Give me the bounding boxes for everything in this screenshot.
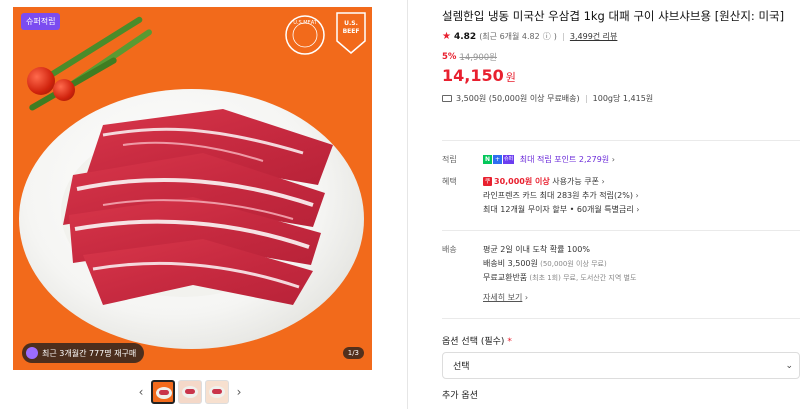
truck-icon bbox=[442, 95, 452, 102]
more-details-link[interactable]: 자세히 보기 bbox=[483, 293, 522, 302]
option-select-label: 옵션 선택 (필수) * bbox=[442, 334, 512, 347]
divider bbox=[442, 230, 800, 231]
points-value[interactable]: N + 슈퍼 최대 적립 포인트 2,279원 › bbox=[483, 154, 615, 165]
tomato-decoration bbox=[53, 79, 75, 101]
repurchase-icon bbox=[26, 347, 38, 359]
option-select-value: 선택 bbox=[453, 362, 470, 372]
super-badge-icon: 슈퍼 bbox=[503, 155, 515, 164]
coupon-line[interactable]: 쿠 30,000원 이상 사용가능 쿠폰 › bbox=[483, 176, 605, 187]
us-beef-logo: U.S. BEEF bbox=[336, 12, 366, 54]
tomato-decoration bbox=[27, 67, 55, 95]
option-select-label-text: 옵션 선택 (필수) bbox=[442, 337, 505, 347]
delivery-fee-note: (50,000원 이상 무료) bbox=[537, 260, 607, 268]
delivery-eta: 평균 2일 이내 도착 확률 100% bbox=[483, 245, 590, 254]
delivery-fee: 배송비 3,500원 bbox=[483, 259, 538, 268]
divider bbox=[442, 318, 800, 319]
coupon-icon: 쿠 bbox=[483, 177, 492, 186]
original-price: 14,900원 bbox=[459, 53, 497, 63]
max-points-text: 최대 적립 포인트 2,279원 bbox=[519, 155, 610, 164]
image-counter: 1/3 bbox=[342, 347, 364, 359]
discount-rate: 5% bbox=[442, 52, 457, 62]
product-main-image[interactable]: 슈퍼적립 U.S.MEAT U.S. BEEF 최근 3개월간 777명 재구매… bbox=[13, 7, 372, 370]
chevron-left-icon[interactable]: ‹ bbox=[134, 385, 148, 399]
price-discount-row: 5% 14,900원 bbox=[442, 51, 800, 63]
rating-recent: (최근 6개월 4.82 bbox=[479, 32, 540, 41]
card-benefit-line[interactable]: 라인프렌즈 카드 최대 283원 추가 적립(2%) › bbox=[483, 190, 639, 201]
unit-price: 100g당 1,415원 bbox=[592, 94, 654, 103]
shipping-fee: 3,500원 (50,000원 이상 무료배송) bbox=[456, 94, 580, 103]
rating-row: ★ 4.82 (최근 6개월 4.82 ⓘ) 3,499건 리뷰 bbox=[442, 31, 800, 42]
star-icon: ★ bbox=[442, 31, 451, 42]
thumbnail-1[interactable] bbox=[151, 380, 175, 404]
coupon-text: 사용가능 쿠폰 bbox=[549, 177, 599, 186]
sale-price-value: 14,150 bbox=[442, 66, 504, 85]
chevron-right-icon: › bbox=[601, 177, 605, 186]
thumbnail-3[interactable] bbox=[205, 380, 229, 404]
chevron-right-icon: › bbox=[611, 155, 615, 164]
svg-text:U.S.MEAT: U.S.MEAT bbox=[293, 20, 318, 26]
return-policy-note: (최초 1회) 무료, 도서산간 지역 별도 bbox=[527, 274, 637, 282]
benefits-label: 혜택 bbox=[442, 177, 457, 186]
chevron-right-icon[interactable]: › bbox=[232, 385, 246, 399]
delivery-fee-line: 배송비 3,500원 (50,000원 이상 무료) bbox=[483, 258, 607, 269]
required-mark: * bbox=[507, 337, 512, 347]
thumbnail-strip: ‹ › bbox=[134, 380, 246, 404]
product-title: 설렘한입 냉동 미국산 우삼겹 1kg 대패 구이 샤브샤브용 [원산지: 미국… bbox=[442, 9, 785, 23]
additional-options-label: 추가 옵션 bbox=[442, 391, 478, 401]
chevron-right-icon: › bbox=[635, 191, 639, 200]
repurchase-text: 최근 3개월간 777명 재구매 bbox=[42, 348, 137, 358]
installment-line[interactable]: 최대 12개월 무이자 할부 • 60개월 특별금리 › bbox=[483, 204, 640, 215]
option-select[interactable]: 선택 ⌄ bbox=[442, 352, 800, 379]
card-benefit-text: 라인프렌즈 카드 최대 283원 추가 적립(2%) bbox=[483, 191, 633, 200]
coupon-amount: 30,000원 이상 bbox=[494, 177, 550, 186]
shipping-row: 3,500원 (50,000원 이상 무료배송) 100g당 1,415원 bbox=[442, 93, 800, 104]
us-meat-logo: U.S.MEAT bbox=[285, 15, 325, 55]
svg-text:U.S.: U.S. bbox=[344, 20, 358, 27]
product-info: 설렘한입 냉동 미국산 우삼겹 1kg 대패 구이 샤브샤브용 [원산지: 미국… bbox=[442, 8, 800, 104]
separator bbox=[562, 32, 564, 41]
divider bbox=[442, 140, 800, 141]
return-policy-line: 무료교환반품 (최초 1회) 무료, 도서산간 지역 별도 bbox=[483, 272, 636, 283]
sale-price-unit: 원 bbox=[505, 71, 516, 84]
chevron-right-icon: › bbox=[524, 293, 529, 302]
column-divider bbox=[407, 0, 408, 409]
super-points-badge: 슈퍼적립 bbox=[21, 13, 61, 30]
repurchase-badge: 최근 3개월간 777명 재구매 bbox=[22, 343, 145, 363]
rating-score: 4.82 bbox=[453, 31, 477, 42]
rating-recent-close: ) bbox=[553, 32, 557, 41]
beef-slices-image bbox=[63, 109, 333, 305]
return-policy: 무료교환반품 bbox=[483, 273, 528, 282]
svg-text:BEEF: BEEF bbox=[343, 28, 360, 35]
thumbnail-2[interactable] bbox=[178, 380, 202, 404]
delivery-label: 배송 bbox=[442, 245, 457, 254]
delivery-more-line[interactable]: 자세히 보기 › bbox=[483, 292, 528, 303]
naver-n-icon: N bbox=[483, 155, 492, 164]
points-label: 적립 bbox=[442, 155, 457, 164]
reviews-link[interactable]: 3,499건 리뷰 bbox=[570, 31, 618, 42]
info-icon[interactable]: ⓘ bbox=[543, 31, 551, 42]
chevron-down-icon: ⌄ bbox=[785, 360, 793, 371]
plus-icon: + bbox=[493, 155, 502, 164]
naver-points-badge: N + 슈퍼 bbox=[483, 155, 515, 164]
installment-text: 최대 12개월 무이자 할부 • 60개월 특별금리 bbox=[483, 205, 634, 214]
sale-price: 14,150 원 bbox=[442, 66, 800, 85]
separator bbox=[585, 94, 587, 103]
chevron-right-icon: › bbox=[636, 205, 640, 214]
